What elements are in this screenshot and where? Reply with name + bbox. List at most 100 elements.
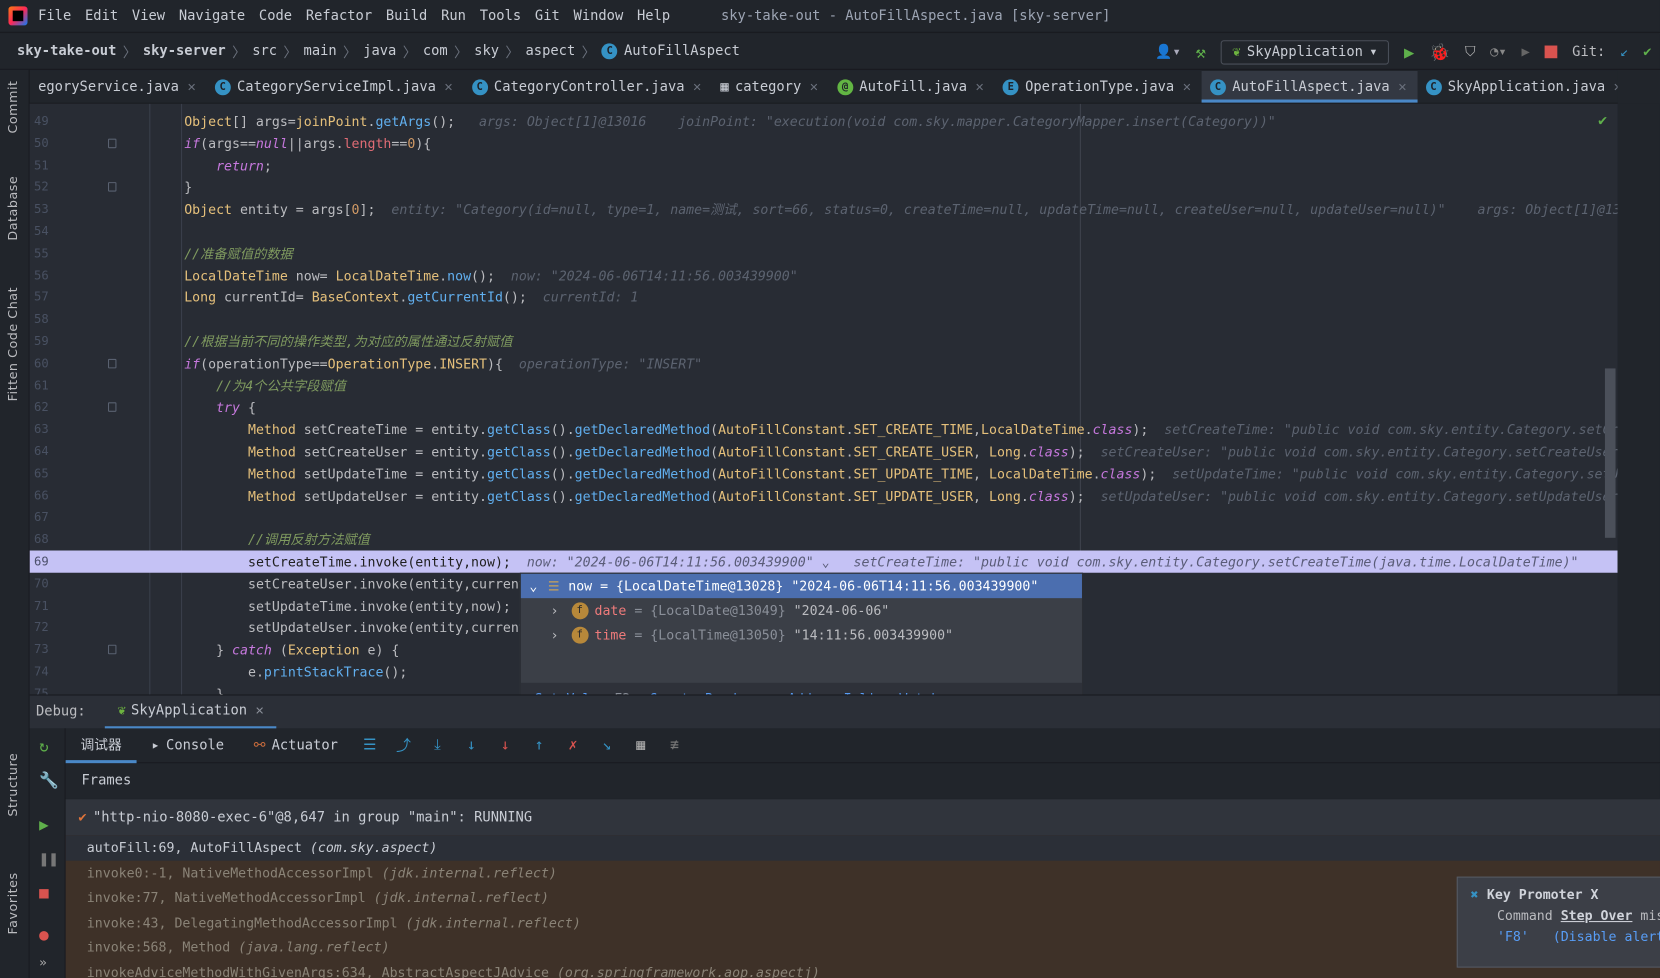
fold-marker-icon[interactable] bbox=[107, 358, 117, 369]
close-icon[interactable]: ✕ bbox=[975, 79, 983, 95]
frame-row[interactable]: invoke:77, NativeMethodAccessorImpl (jdk… bbox=[66, 885, 1660, 910]
line-number[interactable]: 73 bbox=[30, 639, 49, 661]
breadcrumb-item[interactable]: AutoFillAspect bbox=[624, 43, 740, 59]
tool-database[interactable]: Database bbox=[5, 176, 20, 241]
fold-marker-icon[interactable] bbox=[107, 644, 117, 655]
line-number[interactable]: 65 bbox=[30, 462, 49, 484]
step-out-icon[interactable]: ↑ bbox=[522, 737, 556, 754]
view-breakpoints-icon[interactable]: ● bbox=[39, 925, 49, 944]
code-line[interactable]: 53 Object entity = args[0]; entity: "Cate… bbox=[30, 198, 1618, 220]
code-line[interactable]: 57 Long currentId= BaseContext.getCurrent… bbox=[30, 286, 1618, 308]
line-number[interactable]: 64 bbox=[30, 440, 49, 462]
line-number[interactable]: 49 bbox=[30, 110, 49, 132]
close-icon[interactable]: ✕ bbox=[693, 79, 701, 95]
force-step-into-icon[interactable]: ↓ bbox=[488, 737, 522, 754]
menu-tools[interactable]: Tools bbox=[480, 8, 521, 24]
layout-menu-icon[interactable]: ☰ bbox=[353, 737, 387, 754]
menu-refactor[interactable]: Refactor bbox=[306, 8, 372, 24]
show-execution-point-icon[interactable]: ⤴ bbox=[387, 735, 421, 756]
trace-stream-icon[interactable]: ≢ bbox=[658, 737, 692, 754]
tab-actuator[interactable]: ⚯ Actuator bbox=[239, 728, 353, 763]
tree-node-now[interactable]: ⌄ ☰ now = {LocalDateTime@13028} "2024-06… bbox=[520, 573, 1082, 599]
frame-row[interactable]: autoFill:69, AutoFillAspect (com.sky.asp… bbox=[65, 835, 1660, 861]
chevron-right-icon[interactable]: › bbox=[551, 627, 559, 643]
debug-session-tab[interactable]: ❦ SkyApplication ✕ bbox=[104, 695, 277, 729]
line-number[interactable]: 60 bbox=[30, 352, 49, 374]
line-number[interactable]: 50 bbox=[30, 132, 49, 154]
line-number[interactable]: 52 bbox=[30, 176, 49, 198]
line-number[interactable]: 72 bbox=[30, 617, 49, 639]
menu-file[interactable]: File bbox=[38, 8, 71, 24]
git-commit-icon[interactable]: ✔ bbox=[1643, 44, 1651, 60]
user-icon[interactable]: 👤▾ bbox=[1155, 44, 1180, 60]
line-number[interactable]: 74 bbox=[30, 661, 49, 683]
code-line[interactable]: 52} bbox=[30, 176, 1618, 198]
resume-icon[interactable]: ▶ bbox=[1522, 44, 1530, 60]
code-line[interactable]: 63 Method setCreateTime = entity.getClass… bbox=[30, 418, 1618, 440]
tool-favorites[interactable]: Favorites bbox=[5, 872, 20, 934]
tab-category-service[interactable]: egoryService.java ✕ bbox=[30, 71, 207, 103]
close-icon[interactable]: ✕ bbox=[256, 702, 264, 718]
line-number[interactable]: 75 bbox=[30, 683, 49, 695]
menu-build[interactable]: Build bbox=[386, 8, 427, 24]
debug-bug-icon[interactable]: 🐞 bbox=[1429, 42, 1450, 62]
code-line[interactable]: 49 Object[] args=joinPoint.getArgs(); arg… bbox=[30, 110, 1618, 132]
frame-row[interactable]: invoke0:-1, NativeMethodAccessorImpl (jd… bbox=[66, 860, 1660, 885]
evaluate-expression-icon[interactable]: ▦ bbox=[624, 737, 658, 754]
editor-scrollbar[interactable] bbox=[1604, 368, 1616, 538]
git-update-icon[interactable]: ↙ bbox=[1620, 44, 1628, 60]
code-line[interactable]: 67 bbox=[30, 506, 1618, 528]
tab-operation-type[interactable]: E OperationType.java ✕ bbox=[994, 71, 1201, 103]
frame-row[interactable]: invokeAdviceMethodWithGivenArgs:634, Abs… bbox=[66, 960, 1660, 978]
frame-row[interactable]: invoke:568, Method (java.lang.reflect) bbox=[66, 935, 1660, 960]
code-line[interactable]: 50 if(args==null||args.length==0){ bbox=[30, 132, 1618, 154]
line-number[interactable]: 55 bbox=[30, 242, 49, 264]
close-icon[interactable]: ✕ bbox=[810, 79, 818, 95]
code-line[interactable]: 55 //准备赋值的数据 bbox=[30, 242, 1618, 264]
step-into-icon[interactable]: ↓ bbox=[454, 737, 488, 754]
build-hammer-icon[interactable]: ⚒ bbox=[1196, 42, 1206, 62]
menu-git[interactable]: Git bbox=[535, 8, 560, 24]
line-number[interactable]: 61 bbox=[30, 374, 49, 396]
fold-marker-icon[interactable] bbox=[107, 402, 117, 413]
line-number[interactable]: 70 bbox=[30, 573, 49, 595]
line-number[interactable]: 67 bbox=[30, 506, 49, 528]
tool-commit[interactable]: Commit bbox=[5, 80, 20, 133]
close-icon[interactable]: ✕ bbox=[1183, 79, 1191, 95]
fold-marker-icon[interactable] bbox=[107, 182, 117, 193]
stop-icon[interactable]: ■ bbox=[39, 883, 49, 902]
code-line[interactable]: 64 Method setCreateUser = entity.getClass… bbox=[30, 440, 1618, 462]
profiler-icon[interactable]: ◔▾ bbox=[1490, 44, 1507, 60]
menu-window[interactable]: Window bbox=[574, 8, 624, 24]
code-line[interactable]: 54 bbox=[30, 220, 1618, 242]
breadcrumb-item[interactable]: sky-server bbox=[143, 43, 226, 59]
step-over-icon[interactable]: ⤓ bbox=[420, 737, 454, 754]
code-line[interactable]: 58 bbox=[30, 308, 1618, 330]
fold-marker-icon[interactable] bbox=[107, 138, 117, 148]
line-number[interactable]: 57 bbox=[30, 286, 49, 308]
close-icon[interactable]: ✕ bbox=[187, 79, 195, 95]
menu-code[interactable]: Code bbox=[259, 8, 292, 24]
line-number[interactable]: 68 bbox=[30, 528, 49, 550]
line-number[interactable]: 71 bbox=[30, 595, 49, 617]
run-config-select[interactable]: ❦ SkyApplication ▾ bbox=[1220, 39, 1390, 65]
tab-category-service-impl[interactable]: C CategoryServiceImpl.java ✕ bbox=[206, 71, 463, 103]
code-line[interactable]: 66 Method setUpdateUser = entity.getClass… bbox=[30, 484, 1618, 506]
thread-selector[interactable]: ✔ "http-nio-8080-exec-6"@8,647 in group … bbox=[65, 799, 1660, 836]
breadcrumb-item[interactable]: sky bbox=[474, 43, 499, 59]
tab-category-controller[interactable]: C CategoryController.java ✕ bbox=[463, 71, 712, 103]
menu-navigate[interactable]: Navigate bbox=[179, 8, 245, 24]
run-icon[interactable]: ▶ bbox=[1404, 42, 1414, 62]
line-number[interactable]: 56 bbox=[30, 264, 49, 286]
code-line[interactable]: 56 LocalDateTime now= LocalDateTime.now()… bbox=[30, 264, 1618, 286]
line-number[interactable]: 59 bbox=[30, 330, 49, 352]
tab-sky-application[interactable]: C SkyApplication.java ✕ bbox=[1417, 71, 1618, 103]
settings-wrench-icon[interactable]: 🔧 bbox=[39, 771, 59, 790]
code-line[interactable]: 68 //调用反射方法赋值 bbox=[30, 528, 1618, 550]
tab-debugger[interactable]: 调试器 bbox=[65, 728, 137, 763]
run-to-cursor-icon[interactable]: ↘ bbox=[590, 737, 624, 754]
line-number[interactable]: 51 bbox=[30, 154, 49, 176]
pause-icon[interactable]: ❚❚ bbox=[39, 849, 58, 868]
more-icon[interactable]: » bbox=[39, 955, 47, 970]
code-line[interactable]: 60 if(operationType==OperationType.INSERT… bbox=[30, 352, 1618, 374]
